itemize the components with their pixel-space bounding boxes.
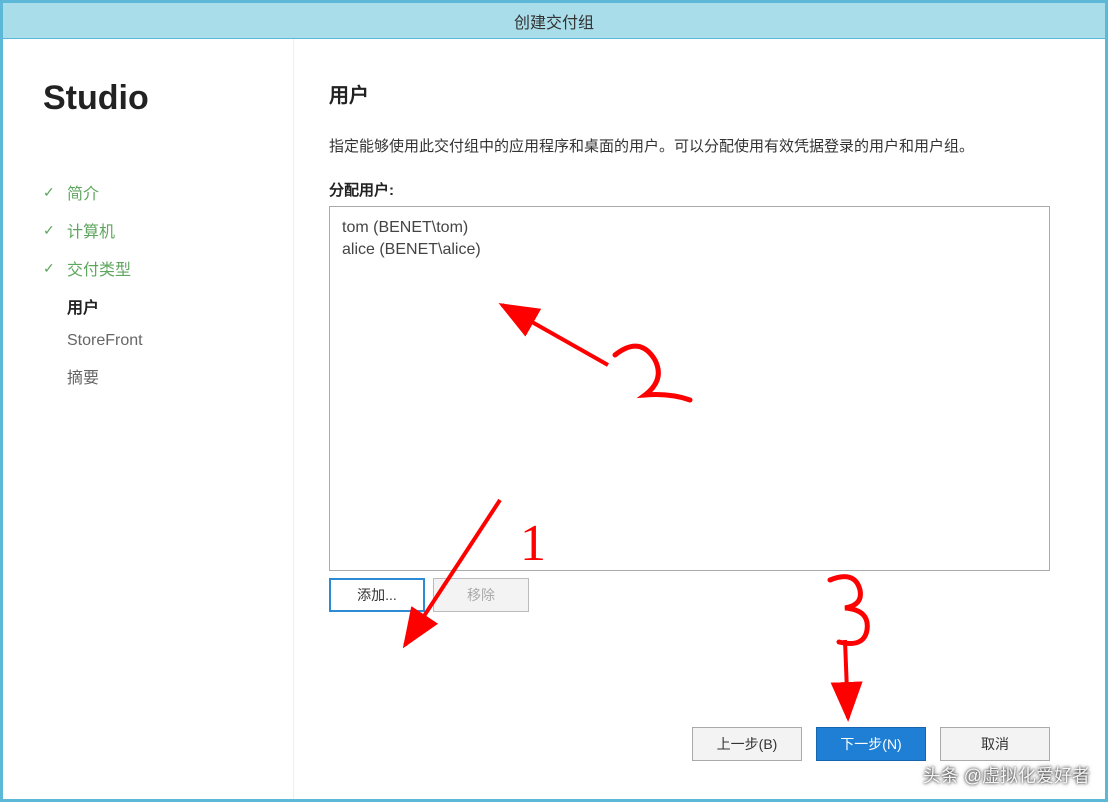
dialog-body: Studio ✓简介 ✓计算机 ✓交付类型 用户 StoreFront 摘要 用… [3, 39, 1105, 799]
step-intro: ✓简介 [43, 173, 293, 211]
window-title: 创建交付组 [514, 9, 594, 33]
page-title: 用户 [329, 79, 1050, 108]
list-buttons: 添加... 移除 [329, 578, 1050, 612]
watermark-text: 头条 @虚拟化爱好者 [923, 762, 1090, 788]
window-titlebar: 创建交付组 [3, 3, 1105, 39]
step-summary: 摘要 [43, 357, 293, 395]
back-button[interactable]: 上一步(B) [692, 727, 802, 761]
step-storefront: StoreFront [43, 325, 293, 357]
wizard-steps: ✓简介 ✓计算机 ✓交付类型 用户 StoreFront 摘要 [43, 173, 293, 395]
step-delivery-type: ✓交付类型 [43, 249, 293, 287]
page-description: 指定能够使用此交付组中的应用程序和桌面的用户。可以分配使用有效凭据登录的用户和用… [329, 136, 1050, 159]
step-machines: ✓计算机 [43, 211, 293, 249]
cancel-button[interactable]: 取消 [940, 727, 1050, 761]
list-item[interactable]: tom (BENET\tom) [342, 217, 1037, 239]
check-icon: ✓ [43, 222, 57, 239]
users-listbox[interactable]: tom (BENET\tom) alice (BENET\alice) [329, 206, 1050, 571]
check-icon: ✓ [43, 260, 57, 277]
remove-button[interactable]: 移除 [433, 578, 529, 612]
next-button[interactable]: 下一步(N) [816, 727, 926, 761]
main-panel: 用户 指定能够使用此交付组中的应用程序和桌面的用户。可以分配使用有效凭据登录的用… [293, 39, 1105, 799]
check-icon: ✓ [43, 184, 57, 201]
list-item[interactable]: alice (BENET\alice) [342, 239, 1037, 261]
step-users: 用户 [43, 287, 293, 325]
wizard-sidebar: Studio ✓简介 ✓计算机 ✓交付类型 用户 StoreFront 摘要 [3, 39, 293, 799]
brand-title: Studio [43, 79, 293, 118]
assign-users-label: 分配用户: [329, 179, 1050, 200]
dialog-window: 创建交付组 Studio ✓简介 ✓计算机 ✓交付类型 用户 StoreFron… [0, 0, 1108, 802]
add-button[interactable]: 添加... [329, 578, 425, 612]
